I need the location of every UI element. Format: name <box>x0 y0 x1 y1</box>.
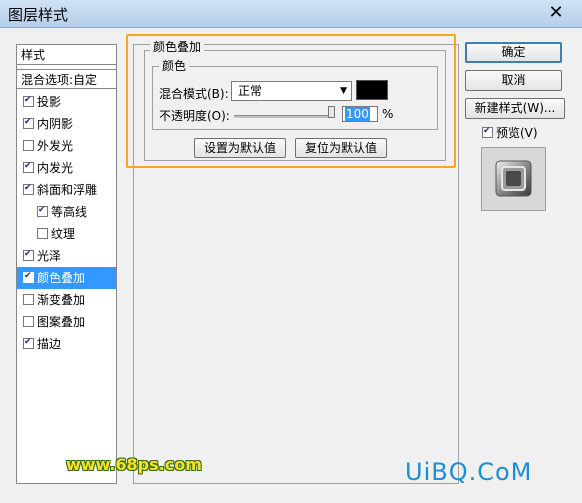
highlight-frame <box>126 34 456 168</box>
style-item-texture[interactable]: 纹理 <box>17 223 116 245</box>
checkbox[interactable] <box>23 250 34 261</box>
preview-label: 预览(V) <box>496 126 538 140</box>
checkbox[interactable] <box>23 294 34 305</box>
preview-checkbox[interactable]: 预览(V) <box>482 124 538 141</box>
checkbox[interactable] <box>23 184 34 195</box>
checkbox[interactable] <box>23 96 34 107</box>
style-item-label: 描边 <box>37 337 62 351</box>
cancel-button[interactable]: 取消 <box>465 70 562 91</box>
style-item-label: 内阴影 <box>37 117 74 131</box>
preview-thumbnail-icon <box>495 160 532 197</box>
style-item-label: 等高线 <box>51 205 88 219</box>
style-item-label: 纹理 <box>51 227 76 241</box>
style-list: 样式 混合选项:自定 投影 内阴影 外发光 内发光 斜面和浮雕 等高线 纹理 光… <box>16 44 117 484</box>
style-item-label: 光泽 <box>37 249 62 263</box>
style-item-outer-glow[interactable]: 外发光 <box>17 135 116 157</box>
style-item-label: 投影 <box>37 95 62 109</box>
checkbox[interactable] <box>37 206 48 217</box>
checkbox[interactable] <box>23 118 34 129</box>
close-icon[interactable]: ✕ <box>546 4 566 22</box>
style-preview <box>481 147 546 211</box>
checkbox[interactable] <box>23 338 34 349</box>
style-item-stroke[interactable]: 描边 <box>17 333 116 355</box>
style-item-pattern-overlay[interactable]: 图案叠加 <box>17 311 116 333</box>
style-list-header[interactable]: 样式 <box>17 45 116 65</box>
style-item-label: 斜面和浮雕 <box>37 183 98 197</box>
checkbox[interactable] <box>23 272 34 283</box>
watermark-68ps: www.68ps.com <box>66 455 202 474</box>
checkbox[interactable] <box>482 127 493 138</box>
checkbox[interactable] <box>23 162 34 173</box>
watermark-uibq: UiBQ.CoM <box>405 458 533 486</box>
style-item-label: 外发光 <box>37 139 74 153</box>
style-item-drop-shadow[interactable]: 投影 <box>17 91 116 113</box>
style-item-inner-shadow[interactable]: 内阴影 <box>17 113 116 135</box>
style-item-inner-glow[interactable]: 内发光 <box>17 157 116 179</box>
window-title: 图层样式 <box>8 6 69 24</box>
style-item-label: 颜色叠加 <box>37 271 86 285</box>
style-item-label: 内发光 <box>37 161 74 175</box>
style-item-label: 图案叠加 <box>37 315 86 329</box>
checkbox[interactable] <box>37 228 48 239</box>
blend-options-item[interactable]: 混合选项:自定 <box>17 69 116 89</box>
style-item-contour[interactable]: 等高线 <box>17 201 116 223</box>
style-item-color-overlay[interactable]: 颜色叠加 <box>17 267 116 289</box>
style-item-satin[interactable]: 光泽 <box>17 245 116 267</box>
ok-button[interactable]: 确定 <box>465 42 562 63</box>
title-bar: 图层样式 ✕ <box>0 0 582 28</box>
style-item-bevel-emboss[interactable]: 斜面和浮雕 <box>17 179 116 201</box>
style-item-label: 渐变叠加 <box>37 293 86 307</box>
style-item-gradient-overlay[interactable]: 渐变叠加 <box>17 289 116 311</box>
checkbox[interactable] <box>23 316 34 327</box>
checkbox[interactable] <box>23 140 34 151</box>
new-style-button[interactable]: 新建样式(W)... <box>465 98 565 119</box>
